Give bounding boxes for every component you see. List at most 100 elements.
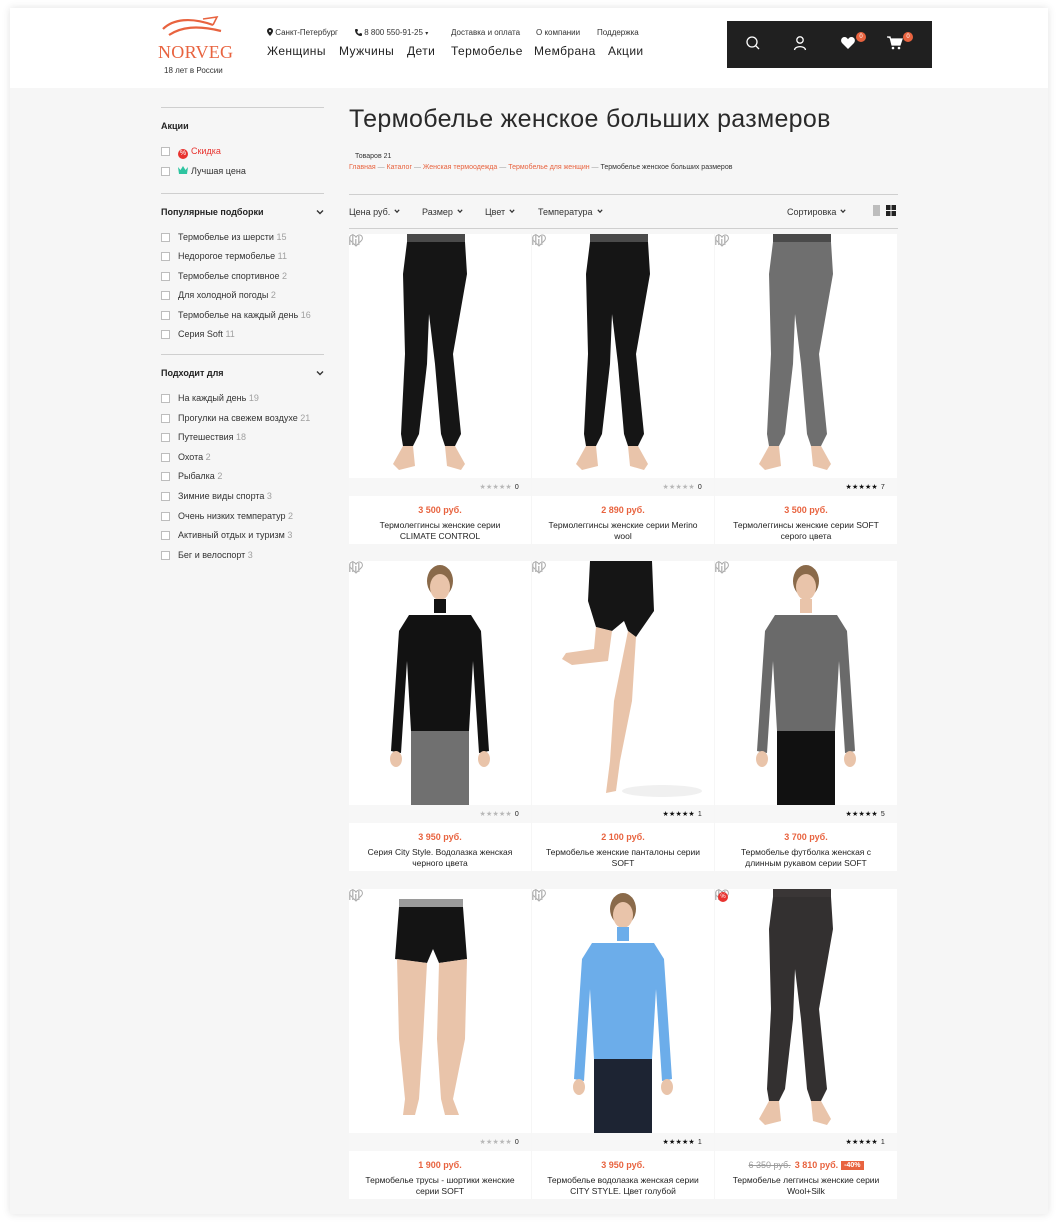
compare-icon[interactable]	[349, 234, 360, 245]
city-selector[interactable]: Санкт-Петербург	[267, 28, 338, 37]
filter-size-dropdown[interactable]: Размер	[422, 207, 463, 217]
nav-sale[interactable]: Акции	[608, 44, 644, 58]
checkbox[interactable]	[161, 233, 170, 242]
product-card[interactable]: ★★★★★ 5 3 700 руб. Термобелье футболка женс…	[715, 561, 897, 871]
breadcrumb-link[interactable]: Главная	[349, 164, 376, 171]
product-card[interactable]: ★★★★★ 0 3 950 руб. Серия City Style. Водола…	[349, 561, 531, 871]
filter-label: Охота	[178, 452, 204, 462]
breadcrumb-link[interactable]: Каталог	[387, 164, 412, 171]
rating-stars: ★★★★★ 0	[479, 1138, 519, 1146]
product-name[interactable]: Термобелье женские панталоны серии SOFT	[544, 847, 702, 869]
nav-women[interactable]: Женщины	[267, 44, 326, 58]
search-button[interactable]	[745, 35, 765, 55]
checkbox[interactable]	[161, 394, 170, 403]
product-name[interactable]: Термобелье футболка женская с длинным ру…	[727, 847, 885, 869]
checkbox[interactable]	[161, 492, 170, 501]
filter-count: 3	[266, 491, 272, 501]
top-link-support[interactable]: Поддержка	[597, 28, 639, 37]
filter-label: Бег и велоспорт	[178, 550, 246, 560]
chevron-down-icon[interactable]	[316, 369, 324, 377]
favorites-button[interactable]: 0	[840, 32, 866, 55]
list-view-icon[interactable]	[872, 205, 882, 216]
product-photo[interactable]	[715, 561, 897, 805]
filter-label: Размер	[422, 207, 453, 217]
product-photo[interactable]	[349, 889, 531, 1133]
product-name[interactable]: Термолеггинсы женские серии Merino wool	[544, 520, 702, 542]
compare-icon[interactable]	[349, 561, 360, 572]
review-count: 1	[697, 811, 702, 818]
phone-link[interactable]: 8 800 550-91-25 ▾	[355, 28, 428, 37]
product-name[interactable]: Термолеггинсы женские серии CLIMATE CONT…	[361, 520, 519, 542]
product-card[interactable]: ★★★★★ 0 3 500 руб. Термолеггинсы женские се…	[349, 234, 531, 544]
checkbox[interactable]	[161, 512, 170, 521]
sort-dropdown[interactable]: Сортировка	[787, 207, 847, 217]
rating-stars: ★★★★★ 0	[479, 810, 519, 818]
percent-icon: %	[178, 149, 188, 159]
product-photo[interactable]	[349, 561, 531, 805]
top-link-about[interactable]: О компании	[536, 28, 580, 37]
product-name[interactable]: Термобелье леггинсы женские серии Wool+S…	[727, 1175, 885, 1197]
checkbox[interactable]	[161, 453, 170, 462]
product-photo[interactable]	[532, 561, 714, 805]
product-price: 3 700 руб.	[715, 832, 897, 842]
product-photo[interactable]	[349, 234, 531, 478]
rating-bar: ★★★★★ 5	[715, 805, 897, 823]
breadcrumb-link[interactable]: Термобелье для женщин	[508, 164, 589, 171]
product-card[interactable]: ★★★★★ 1 3 950 руб. Термобелье водолазка жен…	[532, 889, 714, 1199]
account-button[interactable]	[792, 35, 812, 55]
product-card[interactable]: ★★★★★ 0 1 900 руб. Термобелье трусы - шорти…	[349, 889, 531, 1199]
filter-label: Серия Soft	[178, 329, 223, 339]
grid-view-icon[interactable]	[886, 205, 896, 216]
cart-button[interactable]: 0	[887, 32, 913, 55]
product-photo[interactable]	[532, 889, 714, 1133]
breadcrumb-link[interactable]: Женская термоодежда	[423, 164, 497, 171]
product-name[interactable]: Серия City Style. Водолазка женская черн…	[361, 847, 519, 869]
review-count: 7	[880, 484, 885, 491]
filter-count: 3	[247, 550, 253, 560]
nav-thermal[interactable]: Термобелье	[451, 44, 523, 58]
product-card[interactable]: ★★★★★ 0 2 890 руб. Термолеггинсы женские се…	[532, 234, 714, 544]
product-card[interactable]: % ★★★★★ 1 6 350 руб. 3 810 руб. -40% Термобель…	[715, 889, 897, 1199]
checkbox[interactable]	[161, 531, 170, 540]
suitable-section-title[interactable]: Подходит для	[161, 368, 224, 378]
product-name[interactable]: Термобелье водолазка женская серии CITY …	[544, 1175, 702, 1197]
checkbox[interactable]	[161, 272, 170, 281]
checkbox[interactable]	[161, 433, 170, 442]
product-card[interactable]: ★★★★★ 7 3 500 руб. Термолеггинсы женские се…	[715, 234, 897, 544]
logo[interactable]: NORVEG 18 лет в России	[158, 15, 233, 77]
checkbox[interactable]	[161, 291, 170, 300]
compare-icon[interactable]	[349, 889, 360, 900]
top-link-delivery[interactable]: Доставка и оплата	[451, 28, 520, 37]
compare-icon[interactable]	[532, 889, 543, 900]
filter-count: 2	[205, 452, 211, 462]
nav-kids[interactable]: Дети	[407, 44, 435, 58]
rating-stars: ★★★★★ 7	[845, 483, 885, 491]
nav-men[interactable]: Мужчины	[339, 44, 394, 58]
compare-icon[interactable]	[715, 234, 726, 245]
checkbox[interactable]	[161, 551, 170, 560]
product-photo[interactable]: %	[715, 889, 897, 1133]
checkbox[interactable]	[161, 472, 170, 481]
checkbox[interactable]	[161, 311, 170, 320]
checkbox[interactable]	[161, 330, 170, 339]
product-name[interactable]: Термобелье трусы - шортики женские серии…	[361, 1175, 519, 1197]
checkbox[interactable]	[161, 167, 170, 176]
checkbox[interactable]	[161, 414, 170, 423]
checkbox[interactable]	[161, 252, 170, 261]
checkbox[interactable]	[161, 147, 170, 156]
popular-section-title[interactable]: Популярные подборки	[161, 207, 264, 217]
product-photo[interactable]	[715, 234, 897, 478]
nav-membrane[interactable]: Мембрана	[534, 44, 596, 58]
product-name[interactable]: Термолеггинсы женские серии SOFT серого …	[727, 520, 885, 542]
filter-price-dropdown[interactable]: Цена руб.	[349, 207, 400, 217]
compare-icon[interactable]	[532, 561, 543, 572]
product-card[interactable]: ★★★★★ 1 2 100 руб. Термобелье женские панта…	[532, 561, 714, 871]
product-photo[interactable]	[532, 234, 714, 478]
compare-icon[interactable]	[715, 561, 726, 572]
filter-temperature-dropdown[interactable]: Температура	[538, 207, 603, 217]
compare-icon[interactable]	[532, 234, 543, 245]
filter-color-dropdown[interactable]: Цвет	[485, 207, 515, 217]
current-price: 3 950 руб.	[418, 832, 462, 842]
current-price: 1 900 руб.	[418, 1160, 462, 1170]
chevron-down-icon[interactable]	[316, 208, 324, 216]
